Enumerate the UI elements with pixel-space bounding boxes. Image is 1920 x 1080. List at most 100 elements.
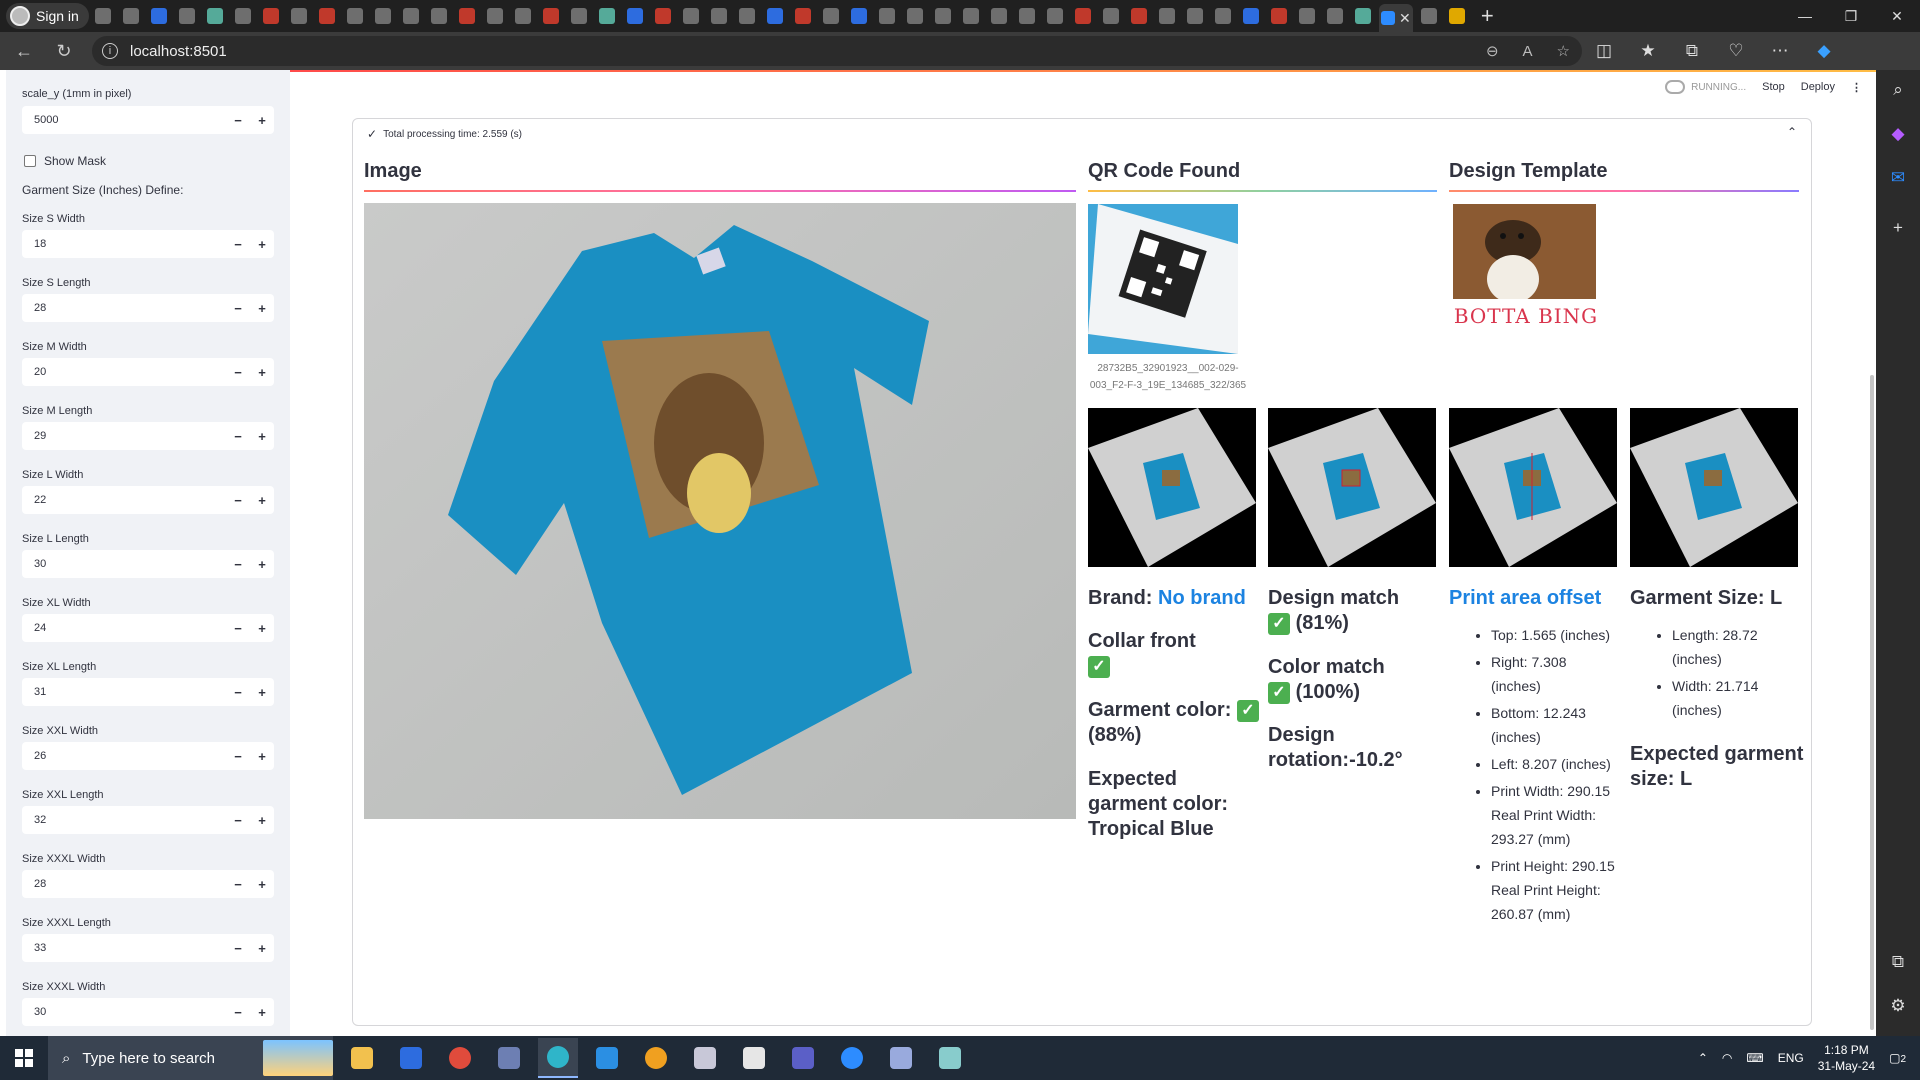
size-m-length-input[interactable]: 29 − +	[22, 422, 274, 450]
increment-icon[interactable]: +	[250, 685, 274, 700]
tab-favicon[interactable]	[1242, 8, 1259, 24]
decrement-icon[interactable]: −	[226, 813, 250, 828]
increment-icon[interactable]: +	[250, 113, 274, 128]
size-l-width-input[interactable]: 22 − +	[22, 486, 274, 514]
decrement-icon[interactable]: −	[226, 237, 250, 252]
increment-icon[interactable]: +	[250, 429, 274, 444]
tab-favicon[interactable]	[934, 8, 951, 24]
decrement-icon[interactable]: −	[226, 877, 250, 892]
tab-favicon[interactable]	[1214, 8, 1231, 24]
search-icon[interactable]: ⌕	[1888, 80, 1908, 100]
back-icon[interactable]: ←	[8, 35, 40, 67]
tab-favicon[interactable]	[150, 8, 167, 24]
tab-favicon[interactable]	[458, 8, 475, 24]
split-screen-icon[interactable]: ◫	[1582, 41, 1626, 61]
increment-icon[interactable]: +	[250, 1005, 274, 1020]
workspaces-icon[interactable]	[94, 8, 111, 24]
vscode-icon[interactable]	[587, 1038, 627, 1078]
active-tab[interactable]: ✕	[1378, 4, 1413, 32]
minimize-icon[interactable]: —	[1782, 0, 1828, 32]
tab-favicon[interactable]	[794, 8, 811, 24]
signin-button[interactable]: Sign in	[6, 3, 89, 29]
file-explorer-icon[interactable]	[342, 1038, 382, 1078]
deploy-button[interactable]: Deploy	[1801, 81, 1835, 93]
collapse-chevron-icon[interactable]: ⌃	[1787, 125, 1797, 139]
app-icon[interactable]	[685, 1038, 725, 1078]
app-icon[interactable]	[930, 1038, 970, 1078]
tab-favicon[interactable]	[1074, 8, 1091, 24]
decrement-icon[interactable]: −	[226, 1005, 250, 1020]
more-options-icon[interactable]: ⋯	[1758, 41, 1802, 61]
settings-gear-icon[interactable]: ⚙	[1888, 996, 1908, 1016]
page-scrollbar[interactable]	[1870, 375, 1874, 1030]
size-xl-length-input[interactable]: 31 − +	[22, 678, 274, 706]
tab-favicon[interactable]	[1018, 8, 1035, 24]
edge-icon[interactable]	[538, 1038, 578, 1078]
tab-favicon[interactable]	[850, 8, 867, 24]
home-assistant-icon[interactable]	[636, 1038, 676, 1078]
tab-favicon[interactable]	[1046, 8, 1063, 24]
size-s-width-input[interactable]: 18 − +	[22, 230, 274, 258]
close-tab-icon[interactable]: ✕	[1399, 10, 1411, 27]
decrement-icon[interactable]: −	[226, 365, 250, 380]
tab-favicon[interactable]	[402, 8, 419, 24]
size-s-length-input[interactable]: 28 − +	[22, 294, 274, 322]
decrement-icon[interactable]: −	[226, 429, 250, 444]
tab-favicon[interactable]	[1354, 8, 1371, 24]
zoom-icon[interactable]: ⊖	[1486, 42, 1499, 60]
wifi-icon[interactable]: ◠	[1722, 1051, 1732, 1065]
start-button[interactable]	[0, 1036, 48, 1080]
url-field[interactable]: i localhost:8501 ⊖ A ☆	[92, 36, 1582, 66]
copilot-icon[interactable]: ◆	[1802, 41, 1846, 61]
keyboard-icon[interactable]: ⌨	[1746, 1051, 1763, 1065]
outlook-icon[interactable]: ✉	[1888, 168, 1908, 188]
increment-icon[interactable]: +	[250, 941, 274, 956]
tab-favicon[interactable]	[234, 8, 251, 24]
app-icon[interactable]	[832, 1038, 872, 1078]
size-xxxl-width-2-input[interactable]: 30 − +	[22, 998, 274, 1026]
size-m-width-input[interactable]: 20 − +	[22, 358, 274, 386]
tab-favicon[interactable]	[962, 8, 979, 24]
increment-icon[interactable]: +	[250, 749, 274, 764]
stop-button[interactable]: Stop	[1762, 81, 1785, 93]
tab-favicon[interactable]	[654, 8, 671, 24]
screenshot-icon[interactable]: ⧉	[1888, 952, 1908, 972]
favorite-star-icon[interactable]: ☆	[1557, 42, 1570, 60]
decrement-icon[interactable]: −	[226, 557, 250, 572]
taskbar-search[interactable]: ⌕ Type here to search	[48, 1036, 333, 1080]
decrement-icon[interactable]: −	[226, 749, 250, 764]
tab-favicon[interactable]	[290, 8, 307, 24]
increment-icon[interactable]: +	[250, 621, 274, 636]
tab-favicon[interactable]	[822, 8, 839, 24]
tab-favicon[interactable]	[542, 8, 559, 24]
tab-favicon[interactable]	[1298, 8, 1315, 24]
tab-favicon[interactable]	[1130, 8, 1147, 24]
refresh-icon[interactable]: ↻	[48, 35, 80, 67]
add-app-icon[interactable]: +	[1888, 218, 1908, 238]
tab-favicon[interactable]	[514, 8, 531, 24]
size-l-length-input[interactable]: 30 − +	[22, 550, 274, 578]
tab-favicon[interactable]	[682, 8, 699, 24]
tab-favicon[interactable]	[486, 8, 503, 24]
tab-favicon[interactable]	[262, 8, 279, 24]
decrement-icon[interactable]: −	[226, 941, 250, 956]
tab-favicon[interactable]	[178, 8, 195, 24]
chrome-icon[interactable]	[440, 1038, 480, 1078]
size-xl-width-input[interactable]: 24 − +	[22, 614, 274, 642]
teams-icon[interactable]	[783, 1038, 823, 1078]
copilot-app-icon[interactable]: ◆	[1888, 124, 1908, 144]
notifications-icon[interactable]: ▢2	[1889, 1051, 1906, 1065]
tab-favicon[interactable]	[1158, 8, 1175, 24]
tab-favicon[interactable]	[1448, 8, 1465, 24]
increment-icon[interactable]: +	[250, 813, 274, 828]
main-menu-icon[interactable]: ⋮	[1851, 81, 1862, 94]
show-mask-checkbox[interactable]: Show Mask	[24, 154, 106, 168]
tab-favicon[interactable]	[990, 8, 1007, 24]
size-xxl-length-input[interactable]: 32 − +	[22, 806, 274, 834]
read-aloud-icon[interactable]: A	[1523, 43, 1533, 60]
increment-icon[interactable]: +	[250, 877, 274, 892]
decrement-icon[interactable]: −	[226, 113, 250, 128]
tab-favicon[interactable]	[598, 8, 615, 24]
restore-icon[interactable]: ❐	[1828, 0, 1874, 32]
tab-favicon[interactable]	[1270, 8, 1287, 24]
